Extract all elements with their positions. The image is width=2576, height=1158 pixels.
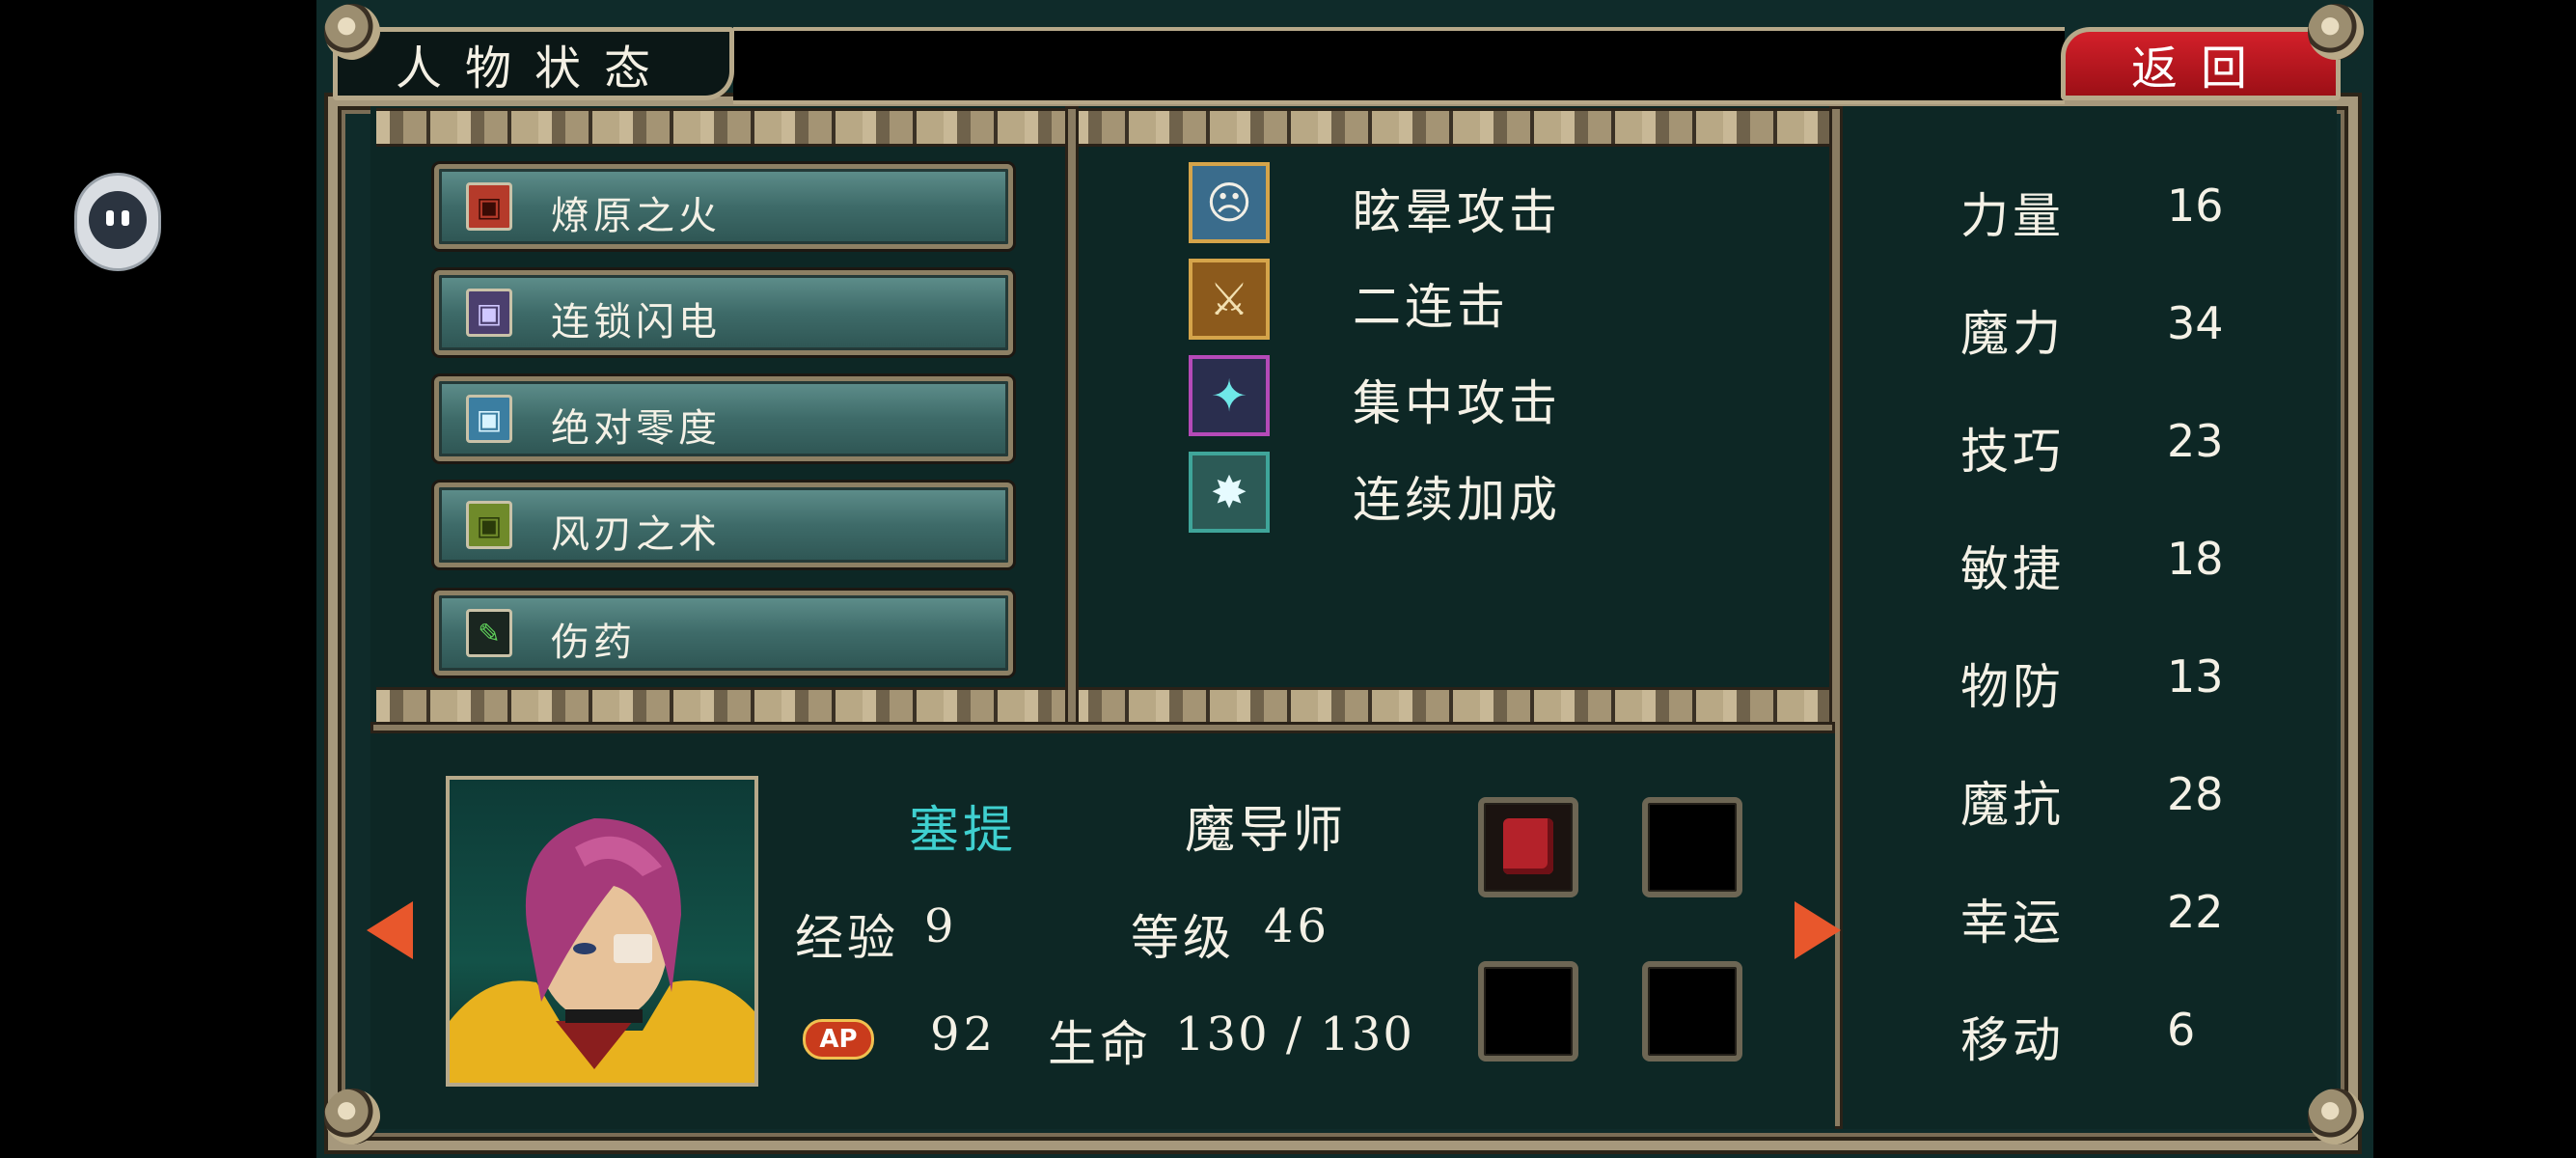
item-slot-3[interactable]: ▣ 绝对零度 xyxy=(434,376,1013,461)
stat-value: 6 xyxy=(2167,1004,2196,1056)
floating-assistant-bubble[interactable] xyxy=(77,176,158,268)
stat-label: 魔力 xyxy=(1960,306,2065,362)
assistant-face-icon xyxy=(89,191,147,249)
corner-ornament-top-left xyxy=(324,4,380,60)
character-name: 塞提 xyxy=(909,802,1018,860)
skill-label: 集中攻击 xyxy=(1353,375,1561,431)
title-bar xyxy=(733,27,2065,104)
equipment-slot-2[interactable] xyxy=(1642,797,1742,897)
items-top-border xyxy=(376,108,1069,147)
potion-icon: ✎ xyxy=(466,609,512,657)
page-title: 人物状态 xyxy=(333,27,734,100)
items-bottom-border xyxy=(376,687,1069,726)
hp-value: 130 / 130 xyxy=(1175,1007,1414,1062)
item-label: 伤药 xyxy=(551,620,636,665)
lightning-tome-icon: ▣ xyxy=(466,289,512,337)
stun-attack-icon[interactable]: ☹ xyxy=(1189,162,1270,243)
item-slot-5[interactable]: ✎ 伤药 xyxy=(434,591,1013,676)
next-character-arrow-icon[interactable] xyxy=(1795,901,1841,959)
skill-label: 连续加成 xyxy=(1353,472,1561,528)
return-button[interactable]: 返回 xyxy=(2061,27,2341,100)
stat-label: 物防 xyxy=(1960,659,2065,715)
equipment-slot-3[interactable] xyxy=(1478,961,1578,1062)
focus-attack-icon[interactable]: ✦ xyxy=(1189,355,1270,436)
double-strike-icon[interactable]: ⚔ xyxy=(1189,259,1270,340)
stat-value: 16 xyxy=(2167,179,2224,232)
skills-bottom-border xyxy=(1075,687,1833,726)
prev-character-arrow-icon[interactable] xyxy=(367,901,413,959)
item-slot-4[interactable]: ▣ 风刃之术 xyxy=(434,482,1013,567)
stat-label: 敏捷 xyxy=(1960,541,2065,597)
level-value: 46 xyxy=(1264,899,1331,953)
corner-ornament-bottom-left xyxy=(324,1089,380,1144)
exp-value: 9 xyxy=(924,899,958,953)
stat-value: 23 xyxy=(2167,415,2224,467)
equipment-slot-4[interactable] xyxy=(1642,961,1742,1062)
ap-value: 92 xyxy=(930,1007,998,1062)
panel-divider xyxy=(1065,106,1079,730)
equipment-slot-1[interactable] xyxy=(1478,797,1578,897)
item-label: 连锁闪电 xyxy=(551,300,721,345)
item-slot-2[interactable]: ▣ 连锁闪电 xyxy=(434,270,1013,355)
stat-label: 移动 xyxy=(1960,1012,2065,1068)
item-slot-1[interactable]: ▣ 燎原之火 xyxy=(434,164,1013,249)
ice-tome-icon: ▣ xyxy=(466,395,512,443)
character-class: 魔导师 xyxy=(1185,802,1348,860)
item-label: 绝对零度 xyxy=(551,406,721,451)
corner-ornament-bottom-right xyxy=(2308,1089,2364,1144)
ap-badge: AP xyxy=(803,1019,874,1060)
stat-value: 18 xyxy=(2167,533,2224,585)
stat-label: 技巧 xyxy=(1960,424,2065,480)
hp-label: 生命 xyxy=(1048,1016,1152,1072)
skill-label: 二连击 xyxy=(1353,279,1509,335)
stats-panel xyxy=(1835,106,2337,1129)
character-portrait xyxy=(446,776,758,1087)
item-label: 燎原之火 xyxy=(551,194,721,238)
level-label: 等级 xyxy=(1131,910,1235,966)
skills-top-border xyxy=(1075,108,1833,147)
stat-value: 28 xyxy=(2167,768,2224,820)
stat-label: 魔抗 xyxy=(1960,777,2065,833)
stat-label: 力量 xyxy=(1960,188,2065,244)
item-label: 风刃之术 xyxy=(551,512,721,557)
red-tome-icon xyxy=(1503,818,1553,874)
combo-bonus-icon[interactable]: ✸ xyxy=(1189,452,1270,533)
fire-tome-icon: ▣ xyxy=(466,182,512,231)
stat-value: 13 xyxy=(2167,650,2224,703)
stat-label: 幸运 xyxy=(1960,895,2065,951)
stat-value: 34 xyxy=(2167,297,2224,349)
wind-tome-icon: ▣ xyxy=(466,501,512,549)
skill-label: 眩晕攻击 xyxy=(1353,184,1561,240)
corner-ornament-top-right xyxy=(2308,4,2364,60)
character-top-border xyxy=(370,722,1835,733)
exp-label: 经验 xyxy=(795,910,899,966)
stat-value: 22 xyxy=(2167,886,2224,938)
